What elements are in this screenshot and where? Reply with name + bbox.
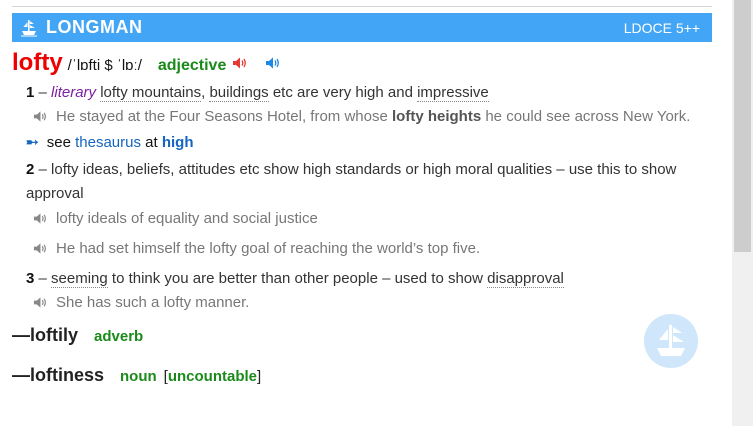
edition-label: LDOCE 5++: [623, 19, 700, 36]
definition-text: etc are very high and: [268, 84, 418, 101]
crossref-arrow-icon: ➸: [26, 134, 39, 151]
definition-link[interactable]: disapproval: [487, 270, 564, 288]
crossref-at: at: [145, 134, 158, 151]
runon-loftiness: —loftiness noun [uncountable]: [12, 365, 261, 386]
scrollbar-thumb[interactable]: [734, 0, 751, 252]
grammar-value: uncountable: [167, 368, 258, 385]
example-sentence: lofty ideals of equality and social just…: [33, 210, 318, 227]
crossref-see: see: [46, 134, 71, 151]
example-text: lofty ideals of equality and social just…: [56, 210, 318, 227]
speaker-blue-icon[interactable]: [265, 56, 280, 70]
runon-loftily: —loftily adverb: [12, 325, 143, 346]
definition-text: lofty ideas, beliefs, attitudes etc show…: [26, 161, 677, 202]
speaker-gray-icon[interactable]: [33, 242, 47, 255]
speaker-gray-icon[interactable]: [33, 296, 47, 309]
example-text: He had set himself the lofty goal of rea…: [56, 240, 481, 257]
sense-2: 2 – lofty ideas, beliefs, attitudes etc …: [26, 161, 677, 202]
speaker-gray-icon[interactable]: [33, 110, 47, 123]
crossref-target-link[interactable]: high: [162, 134, 194, 151]
sense-number: 3: [26, 270, 35, 287]
runon-pos: noun: [120, 368, 157, 385]
definition-link[interactable]: lofty mountains: [100, 84, 202, 102]
speaker-gray-icon[interactable]: [33, 212, 47, 225]
collocation: lofty heights: [392, 108, 482, 125]
headword: lofty: [12, 49, 63, 76]
grammar-label: [uncountable]: [163, 368, 262, 385]
register-label: literary: [51, 84, 97, 101]
part-of-speech: adjective: [157, 57, 227, 74]
definition-text: to think you are better than other peopl…: [107, 270, 488, 287]
runon-word: —loftiness: [12, 365, 105, 385]
runon-pos: adverb: [94, 328, 144, 345]
example-text: He stayed at the Four Seasons Hotel, fro…: [56, 108, 392, 125]
definition-link[interactable]: buildings: [209, 84, 269, 102]
pronunciation: /ˈlɒfti $ ˈlɒː/: [67, 57, 142, 74]
definition-link[interactable]: impressive: [417, 84, 489, 102]
sense-number: 1: [26, 84, 35, 101]
sense-3: 3 – seeming to think you are better than…: [26, 270, 564, 288]
thesaurus-link[interactable]: thesaurus: [75, 134, 141, 151]
ship-icon: [21, 19, 37, 36]
speaker-red-icon[interactable]: [232, 56, 247, 70]
vertical-scrollbar[interactable]: [732, 0, 753, 426]
runon-word: —loftily: [12, 325, 78, 345]
example-sentence: He had set himself the lofty goal of rea…: [33, 240, 480, 257]
thesaurus-crossref: ➸ see thesaurus at high: [26, 133, 194, 151]
dictionary-header: LONGMAN LDOCE 5++: [12, 13, 712, 42]
example-text: She has such a lofty manner.: [56, 294, 250, 311]
example-sentence: He stayed at the Four Seasons Hotel, fro…: [33, 108, 690, 125]
example-text: he could see across New York.: [481, 108, 691, 125]
example-sentence: She has such a lofty manner.: [33, 294, 249, 311]
headword-line: lofty /ˈlɒfti $ ˈlɒː/ adjective: [12, 49, 280, 77]
definition-link[interactable]: seeming: [51, 270, 108, 288]
brand-name: LONGMAN: [46, 17, 143, 37]
sense-1: 1 – literary lofty mountains, buildings …: [26, 84, 489, 102]
sense-number: 2: [26, 161, 35, 178]
ship-watermark-icon: [644, 314, 698, 368]
top-divider: [12, 6, 712, 7]
